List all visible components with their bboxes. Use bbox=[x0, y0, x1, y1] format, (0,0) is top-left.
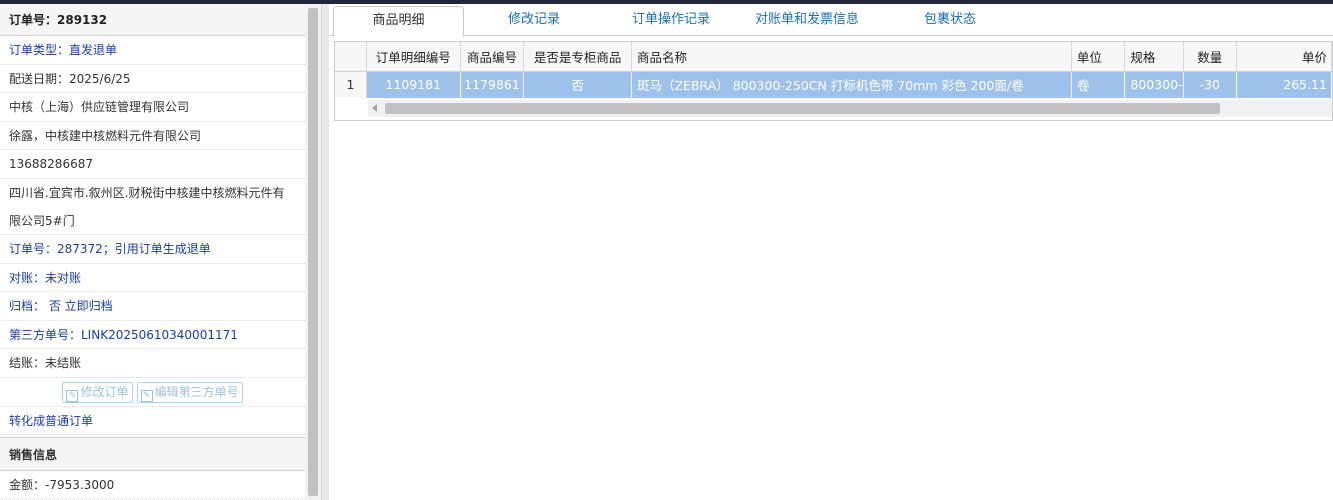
column-header[interactable]: 规格 bbox=[1124, 42, 1184, 72]
convert-order-link[interactable]: 转化成普通订单 bbox=[0, 407, 305, 436]
edit-third-party-button[interactable]: ✎ 编辑第三方单号 bbox=[136, 381, 243, 403]
edit-order-button[interactable]: ✎ 修改订单 bbox=[62, 381, 133, 403]
column-header[interactable]: 商品名称 bbox=[631, 42, 1072, 72]
reconcile-status: 对账：未对账 bbox=[0, 264, 305, 293]
edit-icon: ✎ bbox=[140, 389, 153, 402]
third-party-number: 第三方单号：LINK20250610340001171 bbox=[0, 321, 305, 350]
left-panel-scrollbar[interactable] bbox=[305, 4, 321, 500]
row-number: 1 bbox=[335, 71, 367, 98]
settle-status: 结账：未结账 bbox=[0, 349, 305, 378]
contact-info: 徐露，中核建中核燃料元件有限公司 bbox=[0, 122, 305, 151]
tab-package-status[interactable]: 包裹状态 bbox=[895, 6, 1005, 36]
tab-operation-records[interactable]: 订单操作记录 bbox=[611, 6, 731, 36]
grid-horizontal-scrollbar[interactable] bbox=[368, 100, 1332, 117]
scrollbar-thumb[interactable] bbox=[385, 103, 1220, 114]
quantity-cell: -30 bbox=[1183, 71, 1237, 98]
spec-cell: 800300- bbox=[1124, 71, 1184, 98]
tab-modify-records[interactable]: 修改记录 bbox=[474, 6, 594, 36]
ref-order: 订单号：287372；引用订单生成退单 bbox=[0, 235, 305, 264]
edit-order-label: 修改订单 bbox=[80, 384, 129, 399]
address: 四川省.宜宾市.叙州区.财税街中核建中核燃料元件有限公司5#门 bbox=[0, 179, 305, 235]
unit-price-cell: 265.11 bbox=[1236, 71, 1332, 98]
edit-icon: ✎ bbox=[66, 389, 79, 402]
sales-info-header: 销售信息 bbox=[0, 437, 305, 472]
column-header[interactable]: 订单明细编号 bbox=[366, 42, 461, 72]
column-header[interactable]: 商品编号 bbox=[460, 42, 525, 72]
product-name-cell[interactable]: 斑马（ZEBRA） 800300-250CN 打标机色带 70mm 彩色 200… bbox=[631, 71, 1072, 98]
tab-bar: 商品明细 修改记录 订单操作记录 对账单和发票信息 包裹状态 bbox=[329, 4, 1333, 37]
company-name: 中核（上海）供应链管理有限公司 bbox=[0, 93, 305, 122]
scroll-left-arrow-icon[interactable] bbox=[372, 104, 377, 112]
column-header[interactable]: 数量 bbox=[1183, 42, 1237, 72]
unit-cell: 卷 bbox=[1071, 71, 1126, 98]
archive-status[interactable]: 归档： 否 立即归档 bbox=[0, 292, 305, 321]
order-number-title: 订单号：289132 bbox=[0, 4, 305, 36]
column-header[interactable]: 是否是专柜商品 bbox=[523, 42, 632, 72]
edit-third-party-label: 编辑第三方单号 bbox=[154, 384, 239, 399]
row-number-header bbox=[335, 42, 367, 72]
counter-product-cell: 否 bbox=[523, 71, 632, 98]
amount: 金额：-7953.3000 bbox=[0, 471, 305, 500]
action-buttons: ✎ 修改订单 ✎ 编辑第三方单号 bbox=[0, 378, 305, 407]
table-row[interactable]: 1 1109181 1179861 否 斑马（ZEBRA） 800300-250… bbox=[335, 71, 1332, 98]
grid-header-row: 订单明细编号 商品编号 是否是专柜商品 商品名称 单位 规格 数量 单价 bbox=[335, 42, 1332, 72]
detail-number-cell: 1109181 bbox=[366, 71, 461, 98]
tab-product-details[interactable]: 商品明细 bbox=[333, 6, 464, 37]
tab-statement-invoice[interactable]: 对账单和发票信息 bbox=[741, 6, 873, 36]
product-number-cell[interactable]: 1179861 bbox=[460, 71, 525, 98]
panel-splitter[interactable] bbox=[321, 4, 329, 500]
scrollbar-thumb[interactable] bbox=[308, 8, 318, 496]
order-type: 订单类型：直发退单 bbox=[0, 36, 305, 65]
column-header[interactable]: 单位 bbox=[1071, 42, 1126, 72]
product-grid: 订单明细编号 商品编号 是否是专柜商品 商品名称 单位 规格 数量 单价 1 1… bbox=[334, 41, 1333, 121]
delivery-date: 配送日期：2025/6/25 bbox=[0, 65, 305, 94]
phone-number: 13688286687 bbox=[0, 150, 305, 179]
order-info-panel: 订单号：289132 订单类型：直发退单 配送日期：2025/6/25 中核（上… bbox=[0, 4, 305, 500]
column-header[interactable]: 单价 bbox=[1236, 42, 1332, 72]
detail-panel: 商品明细 修改记录 订单操作记录 对账单和发票信息 包裹状态 订单明细编号 商品… bbox=[329, 4, 1333, 500]
